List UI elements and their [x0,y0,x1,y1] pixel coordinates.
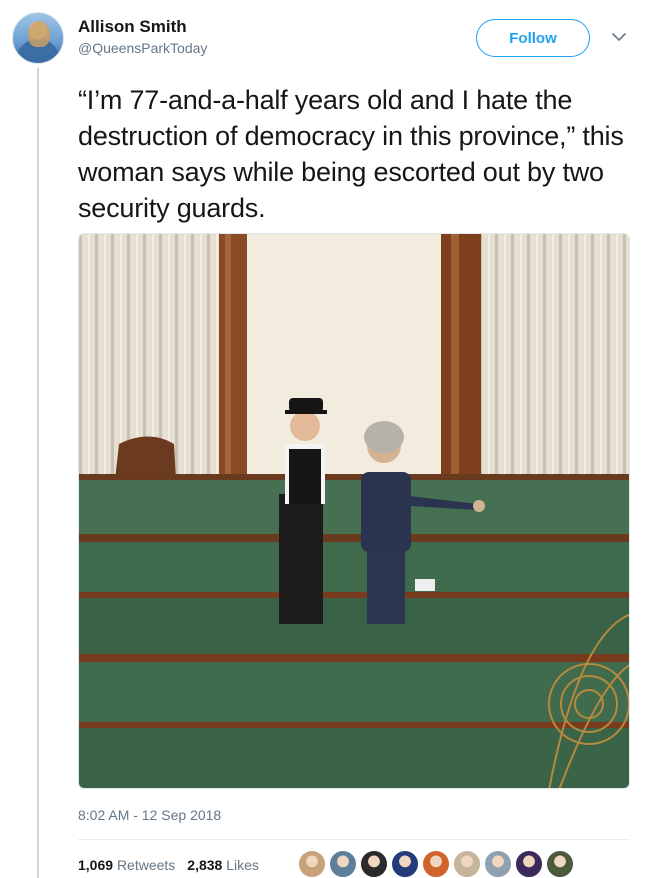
likes-stat[interactable]: 2,838 Likes [187,857,259,873]
tweet-stats: 1,069 Retweets 2,838 Likes [78,857,259,873]
liker-avatars [298,850,574,878]
tweet-photo[interactable] [78,233,630,789]
chevron-down-icon[interactable] [609,27,629,47]
retweets-stat[interactable]: 1,069 Retweets [78,857,175,873]
liker-avatar[interactable] [546,850,574,878]
liker-avatar[interactable] [484,850,512,878]
likes-count: 2,838 [187,857,223,873]
liker-avatar[interactable] [360,850,388,878]
author-handle[interactable]: @QueensParkToday [78,39,207,57]
tweet-timestamp[interactable]: 8:02 AM - 12 Sep 2018 [78,807,221,823]
follow-button[interactable]: Follow [476,19,590,57]
likes-label: Likes [226,857,259,873]
tweet-text: “I’m 77-and-a-half years old and I hate … [78,85,624,223]
liker-avatar[interactable] [298,850,326,878]
author-name[interactable]: Allison Smith [78,17,207,37]
retweets-count: 1,069 [78,857,114,873]
retweets-label: Retweets [116,857,176,873]
liker-avatar[interactable] [329,850,357,878]
liker-avatar[interactable] [515,850,543,878]
thread-line [37,68,39,878]
liker-avatar[interactable] [422,850,450,878]
avatar[interactable] [12,12,64,64]
liker-avatar[interactable] [453,850,481,878]
liker-avatar[interactable] [391,850,419,878]
divider [78,839,630,840]
author-block: Allison Smith @QueensParkToday [78,17,207,57]
